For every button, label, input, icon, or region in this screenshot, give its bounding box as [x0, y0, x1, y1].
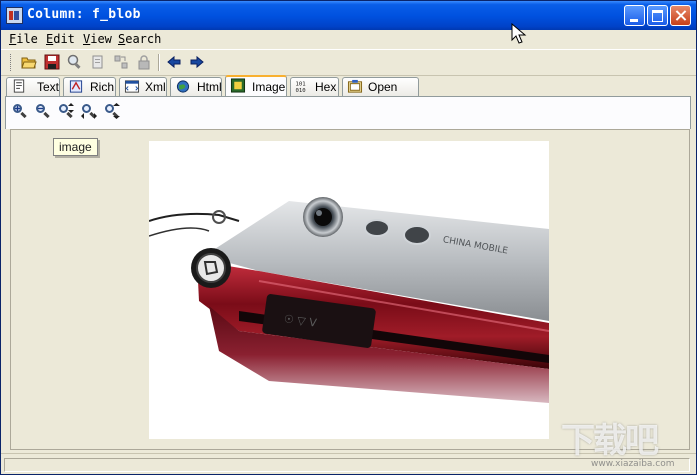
zoom-in-icon[interactable] — [12, 103, 28, 119]
tab-html[interactable]: Html — [170, 77, 222, 96]
find-icon[interactable] — [67, 54, 83, 70]
menu-edit[interactable]: Edit — [46, 32, 75, 46]
zoom-out-icon[interactable] — [35, 103, 51, 119]
watermark-logo: 下载吧 — [561, 421, 659, 461]
rich-text-icon — [69, 80, 83, 93]
zoom-toolbar — [5, 96, 691, 129]
svg-text:101: 101 — [296, 82, 306, 88]
menu-view[interactable]: View — [83, 32, 112, 46]
main-toolbar — [1, 49, 696, 76]
copy-icon[interactable] — [90, 54, 106, 70]
hex-icon: 101 010 — [296, 82, 307, 94]
tab-xml-label: Xml — [145, 80, 166, 94]
save-icon[interactable] — [44, 54, 60, 70]
text-icon — [13, 79, 25, 93]
replace-icon[interactable] — [113, 54, 129, 70]
zoom-fit-icon[interactable] — [58, 103, 74, 119]
toolbar-separator — [158, 54, 160, 71]
tab-rich-label: Rich — [90, 80, 115, 94]
image-tooltip: image — [53, 138, 98, 156]
tab-open-with[interactable]: Open with — [342, 77, 419, 108]
menu-search[interactable]: Search — [118, 32, 161, 46]
forward-arrow-icon[interactable] — [189, 54, 205, 70]
tab-rich[interactable]: Rich — [63, 77, 116, 96]
watermark-url: www.xiazaiba.com — [591, 459, 675, 469]
image-icon — [230, 78, 246, 93]
tab-html-label: Html — [197, 80, 222, 94]
minimize-button[interactable] — [624, 5, 645, 26]
tab-hex-label: Hex — [315, 80, 337, 94]
blob-image-preview[interactable]: ☉ ▽ V CHINA MOBILE — [149, 141, 549, 439]
tab-xml[interactable]: Xml — [119, 77, 167, 96]
tab-hex[interactable]: 101 010 Hex — [290, 77, 339, 96]
mouse-cursor-icon — [511, 23, 527, 44]
open-with-icon — [347, 79, 363, 93]
tab-image-label: Image — [252, 80, 286, 94]
maximize-button[interactable] — [647, 5, 668, 26]
html-icon — [176, 80, 190, 93]
app-icon[interactable] — [6, 7, 23, 24]
menu-bar: File Edit View Search — [1, 30, 696, 48]
lock-icon[interactable] — [136, 54, 152, 70]
title-bar[interactable]: Column: f_blob — [1, 1, 696, 30]
open-folder-icon[interactable] — [21, 54, 37, 70]
zoom-width-icon[interactable] — [81, 103, 97, 119]
zoom-actual-icon[interactable] — [104, 103, 120, 119]
menu-file[interactable]: File — [9, 32, 38, 46]
window-title: Column: f_blob — [27, 7, 141, 22]
view-tabs: Text Rich Xml Html Image 101 010 Hex Ope… — [1, 75, 696, 108]
tab-text[interactable]: Text — [6, 77, 60, 96]
back-arrow-icon[interactable] — [166, 54, 182, 70]
xml-icon — [124, 80, 140, 93]
svg-text:010: 010 — [296, 88, 307, 94]
main-window: Column: f_blob File Edit View Search Tex… — [0, 0, 697, 475]
tab-image[interactable]: Image — [225, 75, 287, 97]
close-button[interactable] — [670, 5, 691, 26]
tab-text-label: Text — [37, 80, 60, 94]
toolbar-grip[interactable] — [10, 54, 13, 71]
